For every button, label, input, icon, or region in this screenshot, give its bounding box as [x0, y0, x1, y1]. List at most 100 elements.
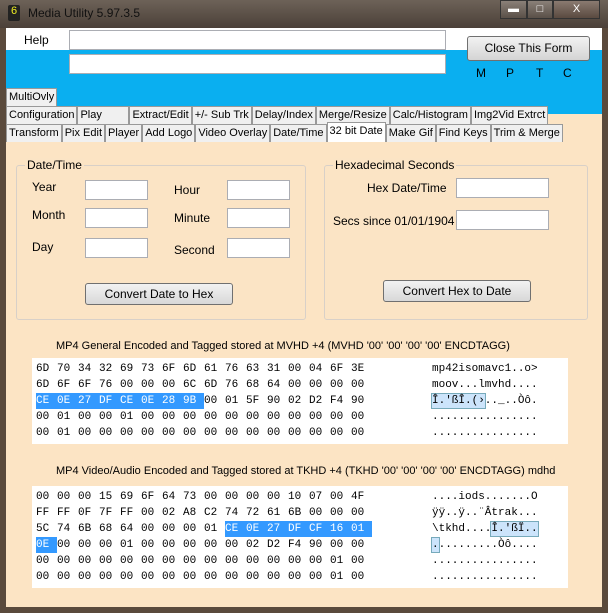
convert-hex-to-date-button[interactable]: Convert Hex to Date — [383, 280, 531, 302]
tab-add-logo[interactable]: Add Logo — [142, 124, 196, 142]
hour-input[interactable] — [227, 180, 290, 200]
hex-byte[interactable]: 16 — [330, 521, 351, 537]
hex-byte[interactable]: 6F — [141, 489, 162, 505]
hex-byte[interactable]: 00 — [78, 569, 99, 585]
hex-byte[interactable]: 9B — [183, 393, 204, 409]
hex-byte[interactable]: 34 — [78, 361, 99, 377]
hex-byte[interactable]: 27 — [267, 521, 288, 537]
hex-byte[interactable]: 00 — [120, 425, 141, 441]
tab-extract-edit[interactable]: Extract/Edit — [129, 106, 192, 124]
hex-byte[interactable]: FF — [120, 505, 141, 521]
hex-date-input[interactable] — [456, 178, 549, 198]
hex-byte[interactable]: 00 — [204, 393, 225, 409]
hex-byte[interactable]: 00 — [78, 409, 99, 425]
hex-byte[interactable]: 00 — [351, 505, 372, 521]
hex-byte[interactable]: 15 — [99, 489, 120, 505]
hex-byte[interactable]: 0F — [78, 505, 99, 521]
hex-byte[interactable]: 00 — [141, 553, 162, 569]
hex-byte[interactable]: 00 — [225, 569, 246, 585]
hex-byte[interactable]: 00 — [309, 425, 330, 441]
hex-byte[interactable]: 00 — [309, 409, 330, 425]
hex-byte[interactable]: 00 — [78, 537, 99, 553]
hex-byte[interactable]: 00 — [267, 425, 288, 441]
hex-byte[interactable]: 6F — [162, 361, 183, 377]
hex-byte[interactable]: 00 — [288, 425, 309, 441]
hex-byte[interactable]: 00 — [267, 569, 288, 585]
hex-byte[interactable]: 61 — [267, 505, 288, 521]
hex-byte[interactable]: 6D — [36, 377, 57, 393]
hex-byte[interactable]: 00 — [141, 377, 162, 393]
hex-byte[interactable]: C2 — [204, 505, 225, 521]
convert-date-to-hex-button[interactable]: Convert Date to Hex — [85, 283, 233, 305]
month-input[interactable] — [85, 208, 148, 228]
hex-byte[interactable]: 00 — [183, 425, 204, 441]
hex-byte[interactable]: 00 — [36, 489, 57, 505]
hex-byte[interactable]: A8 — [183, 505, 204, 521]
tab-trim-merge[interactable]: Trim & Merge — [490, 124, 563, 142]
hex-byte[interactable]: F4 — [288, 537, 309, 553]
hex-byte[interactable]: 6F — [330, 361, 351, 377]
hex-byte[interactable]: 00 — [141, 425, 162, 441]
hex-byte[interactable]: 00 — [183, 553, 204, 569]
hex-byte[interactable]: 01 — [330, 569, 351, 585]
hex-byte[interactable]: CE — [120, 393, 141, 409]
hex-byte[interactable]: 00 — [288, 553, 309, 569]
tab-32-bit-date[interactable]: 32 bit Date — [326, 122, 386, 142]
ascii-text[interactable]: ................ — [432, 411, 538, 423]
hex-byte[interactable]: 00 — [225, 489, 246, 505]
hex-byte[interactable]: 01 — [57, 425, 78, 441]
hex-byte[interactable]: 00 — [288, 569, 309, 585]
hex-byte[interactable]: 3E — [351, 361, 372, 377]
hex-byte[interactable]: 4F — [351, 489, 372, 505]
hex-byte[interactable]: 73 — [141, 361, 162, 377]
hex-byte[interactable]: 76 — [99, 377, 120, 393]
ascii-text[interactable]: ....iods.......O — [432, 491, 538, 503]
hex-byte[interactable]: 01 — [225, 393, 246, 409]
hex-byte[interactable]: 6B — [78, 521, 99, 537]
tab-play[interactable]: Play — [77, 106, 130, 124]
hex-byte[interactable]: 02 — [246, 537, 267, 553]
hex-byte[interactable]: 00 — [57, 553, 78, 569]
hex-byte[interactable]: 72 — [246, 505, 267, 521]
hex-byte[interactable]: 68 — [246, 377, 267, 393]
hex-byte[interactable]: 00 — [36, 409, 57, 425]
hex-byte[interactable]: 74 — [57, 521, 78, 537]
hex-byte[interactable]: 01 — [57, 409, 78, 425]
hex-byte[interactable]: 10 — [288, 489, 309, 505]
hex-byte[interactable]: CE — [225, 521, 246, 537]
hex-byte[interactable]: 00 — [309, 553, 330, 569]
tab-configuration[interactable]: Configuration — [6, 106, 78, 124]
hex-byte[interactable]: 76 — [225, 361, 246, 377]
hex-byte[interactable]: 07 — [309, 489, 330, 505]
hex-byte[interactable]: 00 — [120, 377, 141, 393]
hex-byte[interactable]: 00 — [183, 521, 204, 537]
tab--sub-trk[interactable]: +/- Sub Trk — [191, 106, 252, 124]
hex-byte[interactable]: FF — [36, 505, 57, 521]
hex-byte[interactable]: 64 — [120, 521, 141, 537]
hex-byte[interactable]: 69 — [120, 361, 141, 377]
hex-byte[interactable]: 6D — [204, 377, 225, 393]
hex-byte[interactable]: 01 — [330, 553, 351, 569]
hex-byte[interactable]: 00 — [78, 425, 99, 441]
ascii-text[interactable]: ................ — [432, 571, 538, 583]
hex-byte[interactable]: 5C — [36, 521, 57, 537]
tab-calc-histogram[interactable]: Calc/Histogram — [389, 106, 471, 124]
ascii-text[interactable]: moov...lmvhd.... — [432, 379, 538, 391]
minimize-button[interactable]: ▬ — [500, 0, 527, 19]
second-input[interactable] — [227, 238, 290, 258]
hex-byte[interactable]: 6D — [36, 361, 57, 377]
tab-transform[interactable]: Transform — [6, 124, 62, 142]
hex-byte[interactable]: 00 — [204, 553, 225, 569]
hex-byte[interactable]: CF — [309, 521, 330, 537]
hex-byte[interactable]: 00 — [204, 537, 225, 553]
hex-byte[interactable]: 64 — [267, 377, 288, 393]
tab-img2vid-extrct[interactable]: Img2Vid Extrct — [470, 106, 549, 124]
hex-byte[interactable]: 00 — [351, 377, 372, 393]
hex-byte[interactable]: 00 — [57, 537, 78, 553]
hex-byte[interactable]: D2 — [267, 537, 288, 553]
hex-byte[interactable]: 00 — [267, 553, 288, 569]
hex-byte[interactable]: 00 — [78, 489, 99, 505]
ascii-text[interactable]: ..........Òô.... — [432, 539, 538, 551]
close-window-button[interactable]: X — [553, 0, 600, 19]
ascii-text[interactable]: Î.'ßÎ.(›.._..Òô. — [432, 395, 538, 407]
